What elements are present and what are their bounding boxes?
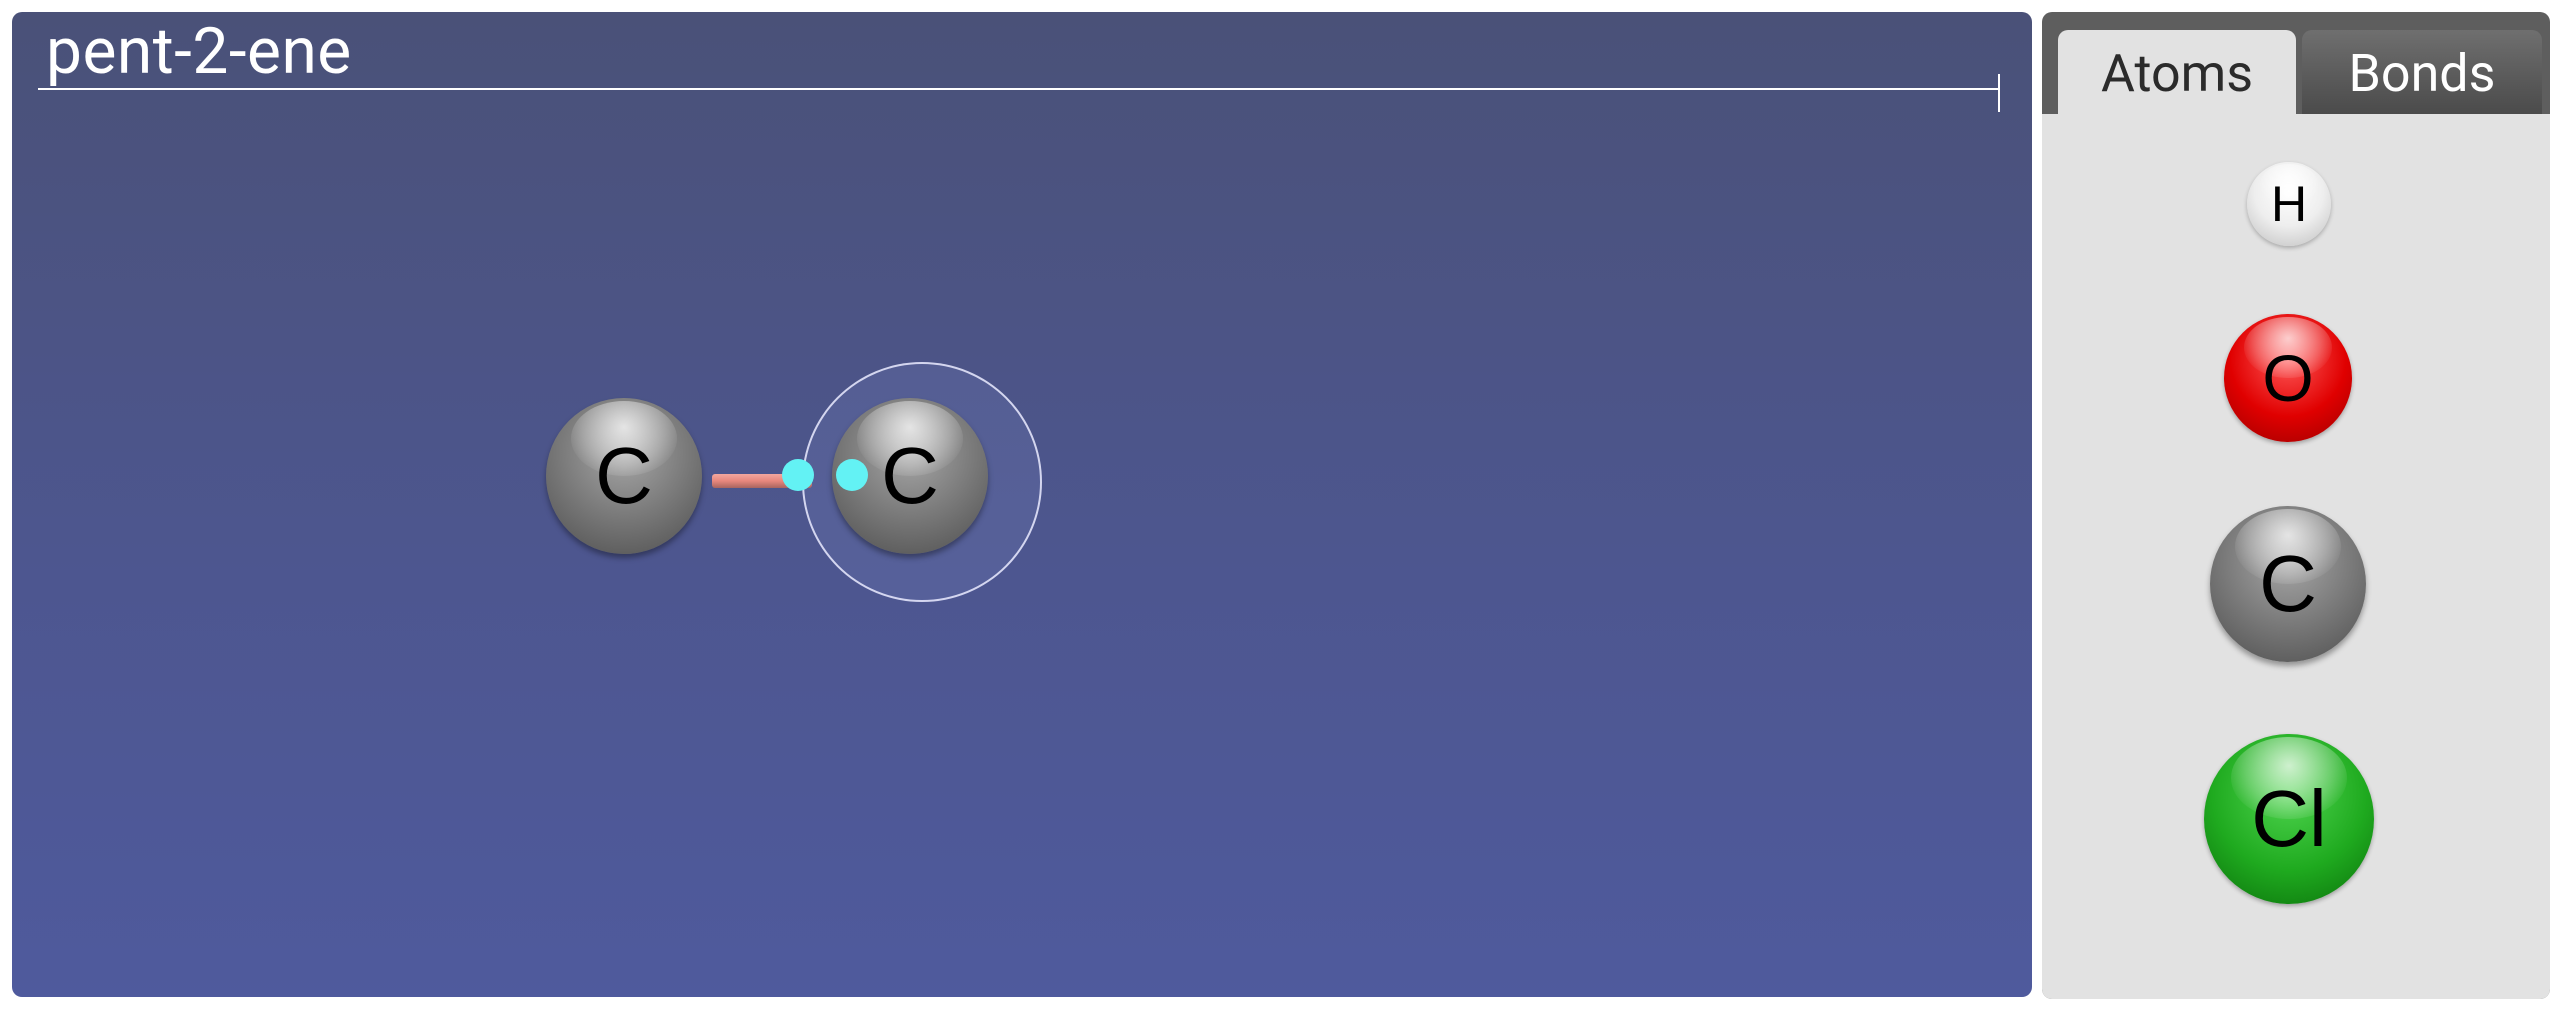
atom-symbol: C	[2259, 539, 2317, 628]
element-panel: Atoms Bonds H O C Cl	[2042, 12, 2550, 999]
atom-palette: H O C Cl	[2042, 114, 2550, 999]
molecule-name: pent-2-ene	[46, 14, 352, 89]
tab-bonds[interactable]: Bonds	[2302, 30, 2542, 116]
palette-atom-oxygen[interactable]: O	[2224, 314, 2352, 442]
molecule-canvas[interactable]: pent-2-ene C C	[12, 12, 2032, 997]
palette-atom-carbon[interactable]: C	[2210, 506, 2366, 662]
tab-bonds-label: Bonds	[2348, 42, 2496, 104]
bond-handle-left[interactable]	[782, 459, 814, 491]
tab-atoms-label: Atoms	[2100, 42, 2254, 104]
title-underline-end	[1998, 74, 2000, 112]
atom-symbol: Cl	[2251, 774, 2327, 863]
atom-symbol: C	[881, 431, 939, 520]
palette-atom-hydrogen[interactable]: H	[2247, 162, 2331, 246]
atom-symbol: C	[595, 431, 653, 520]
atom-symbol: H	[2270, 176, 2308, 232]
canvas-atom-carbon-1[interactable]: C	[546, 398, 702, 554]
atom-symbol: O	[2262, 341, 2314, 415]
tab-atoms[interactable]: Atoms	[2058, 30, 2296, 116]
title-underline	[38, 88, 2000, 90]
palette-atom-chlorine[interactable]: Cl	[2204, 734, 2374, 904]
bond-handle-right[interactable]	[836, 459, 868, 491]
